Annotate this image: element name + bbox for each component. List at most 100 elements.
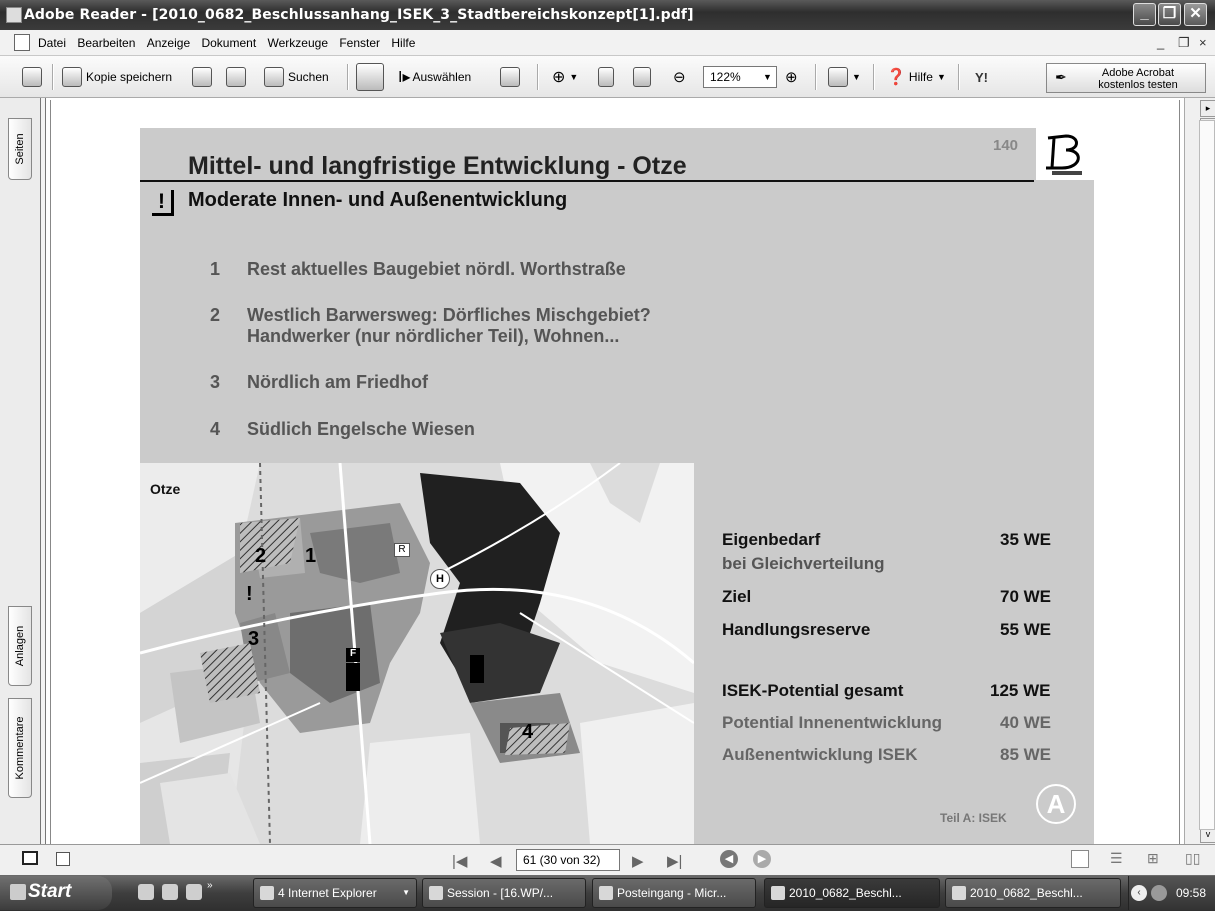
save-copy-label: Kopie speichern — [86, 70, 173, 84]
tray-expand-icon[interactable]: ‹ — [1131, 885, 1147, 901]
zoom-dropdown[interactable]: ▼ — [763, 56, 772, 98]
map-marker-3: 3 — [248, 628, 260, 650]
slide-footer: Teil A: ISEK — [940, 811, 1007, 825]
menu-anzeige[interactable]: Anzeige — [143, 30, 194, 56]
list-item-number: 3 — [210, 372, 221, 392]
menu-werkzeuge[interactable]: Werkzeuge — [264, 30, 332, 56]
fit-width-icon — [633, 67, 651, 87]
list-item-text: Westlich Barwersweg: Dörfliches Mischgeb… — [247, 305, 651, 325]
camera-icon — [500, 67, 520, 87]
scrollbar-thumb[interactable] — [1199, 120, 1215, 830]
yahoo-logo: Y! — [975, 69, 988, 85]
adobe-reader-window: Adobe Reader - [2010_0682_Beschlussanhan… — [0, 0, 1215, 911]
save-copy-button[interactable]: Kopie speichern — [62, 56, 172, 98]
map-symbol-f: F — [346, 648, 360, 662]
minimize-button[interactable]: _ — [1133, 3, 1156, 26]
network-activity-icon[interactable] — [1151, 885, 1167, 901]
select-tool-button[interactable]: I▸ Auswählen — [398, 56, 471, 98]
rotate-view-button[interactable]: ▼ — [828, 56, 861, 98]
email-button[interactable] — [226, 56, 250, 98]
quicklaunch-icon-2[interactable] — [162, 884, 178, 900]
slide-title: Mittel- und langfristige Entwicklung - O… — [188, 152, 687, 180]
tab-comments[interactable]: Kommentare — [8, 698, 32, 798]
fit-width-button[interactable] — [633, 56, 655, 98]
page-number-field[interactable]: 61 (30 von 32) — [516, 849, 620, 871]
taskbar-item-internet-explorer[interactable]: 4 Internet Explorer ▼ — [253, 878, 417, 908]
snapshot-button[interactable] — [500, 56, 524, 98]
doc-restore-button[interactable]: ❐ — [1178, 35, 1190, 51]
stat-handlungsreserve-label: Handlungsreserve — [722, 620, 871, 639]
toolbar-separator — [873, 64, 875, 90]
maximize-button[interactable]: ❐ — [1158, 3, 1181, 26]
taskbar-item-session[interactable]: Session - [16.WP/... — [422, 878, 586, 908]
menu-fenster[interactable]: Fenster — [335, 30, 384, 56]
title-bar: Adobe Reader - [2010_0682_Beschlussanhan… — [0, 0, 1215, 30]
close-button[interactable]: ✕ — [1184, 3, 1207, 26]
map-label: Otze — [150, 481, 181, 497]
adobe-reader-app-icon[interactable] — [6, 7, 22, 23]
print-button[interactable] — [192, 56, 216, 98]
help-button[interactable]: ❓ Hilfe ▼ — [886, 56, 946, 98]
try-acrobat-button[interactable]: ✒ Adobe Acrobat kostenlos testen — [1046, 63, 1206, 93]
zoom-in-button[interactable]: ⊕ — [785, 56, 798, 98]
task-label: 2010_0682_Beschl... — [789, 886, 902, 900]
document-icon[interactable] — [14, 34, 30, 51]
stat-eigenbedarf-label: Eigenbedarf — [722, 530, 821, 549]
tab-attachments-label: Anlagen — [14, 625, 26, 667]
list-item-text-line2: Handwerker (nur nördlicher Teil), Wohnen… — [247, 326, 620, 346]
menu-bearbeiten[interactable]: Bearbeiten — [73, 30, 139, 56]
menu-hilfe[interactable]: Hilfe — [387, 30, 419, 56]
tab-pages[interactable]: Seiten — [8, 118, 32, 180]
doc-minimize-button[interactable]: _ — [1157, 35, 1164, 50]
rotate-pages-icon — [828, 67, 848, 87]
previous-view-button[interactable]: ◀ — [720, 850, 738, 868]
burgdorf-logo — [1036, 128, 1094, 180]
exclamation-marker: ! — [152, 190, 174, 216]
next-page-button[interactable]: ▶ — [632, 852, 644, 870]
search-button[interactable]: Suchen — [264, 56, 329, 98]
zoom-in-tool-button[interactable]: ⊕ ▼ — [552, 56, 578, 98]
next-view-button[interactable]: ▶ — [753, 850, 771, 868]
tab-pages-label: Seiten — [14, 133, 26, 165]
tab-attachments[interactable]: Anlagen — [8, 606, 32, 686]
first-page-button[interactable]: |◀ — [452, 852, 467, 870]
quicklaunch-icon-3[interactable] — [186, 884, 202, 900]
tab-comments-label: Kommentare — [14, 716, 26, 780]
continuous-facing-view-button[interactable]: ▯▯ — [1185, 850, 1203, 868]
page-layout-icon[interactable] — [56, 852, 70, 866]
taskbar-clock[interactable]: 09:58 — [1176, 886, 1206, 900]
window-title: Adobe Reader - [2010_0682_Beschlussanhan… — [24, 7, 694, 23]
list-item: 2 Westlich Barwersweg: Dörfliches Mischge… — [210, 305, 651, 347]
single-page-view-button[interactable] — [1071, 850, 1089, 868]
list-item-number: 2 — [210, 305, 221, 325]
fit-page-button[interactable] — [598, 56, 618, 98]
facing-view-button[interactable]: ⊞ — [1147, 850, 1165, 868]
map-marker-exclamation: ! — [246, 583, 253, 605]
magnifier-plus-icon: ⊕ — [552, 69, 566, 86]
zoom-out-button[interactable]: ⊖ — [673, 56, 686, 98]
last-page-button[interactable]: ▶| — [667, 852, 682, 870]
dropdown-arrow-icon: ▼ — [763, 72, 772, 82]
quicklaunch-expand-icon[interactable]: » — [207, 880, 213, 891]
scroll-up-arrow-icon[interactable]: ▸ — [1200, 100, 1215, 117]
minus-circle-icon: ⊖ — [673, 69, 686, 86]
menu-datei[interactable]: Datei — [34, 30, 70, 56]
map-symbol-r: R — [394, 543, 410, 557]
open-button[interactable] — [22, 56, 46, 98]
menu-dokument[interactable]: Dokument — [197, 30, 260, 56]
doc-close-button[interactable]: × — [1199, 35, 1207, 50]
hand-tool-button[interactable] — [356, 56, 388, 98]
plus-circle-icon: ⊕ — [785, 69, 798, 86]
stat-ziel-value: 70 WE — [1000, 587, 1052, 606]
taskbar-item-outlook[interactable]: Posteingang - Micr... — [592, 878, 756, 908]
binoculars-icon — [264, 67, 284, 87]
previous-page-button[interactable]: ◀ — [490, 852, 502, 870]
ie-icon — [260, 886, 274, 900]
taskbar-item-pdf-1[interactable]: 2010_0682_Beschl... — [764, 878, 940, 908]
menu-bar: Datei Bearbeiten Anzeige Dokument Werkze… — [0, 30, 1215, 56]
yahoo-toolbar-button[interactable]: Y! — [975, 56, 988, 98]
taskbar-item-pdf-2[interactable]: 2010_0682_Beschl... — [945, 878, 1121, 908]
quicklaunch-icon-1[interactable] — [138, 884, 154, 900]
page-thumbnail-icon[interactable] — [22, 851, 38, 865]
continuous-view-button[interactable]: ☰ — [1110, 850, 1128, 868]
